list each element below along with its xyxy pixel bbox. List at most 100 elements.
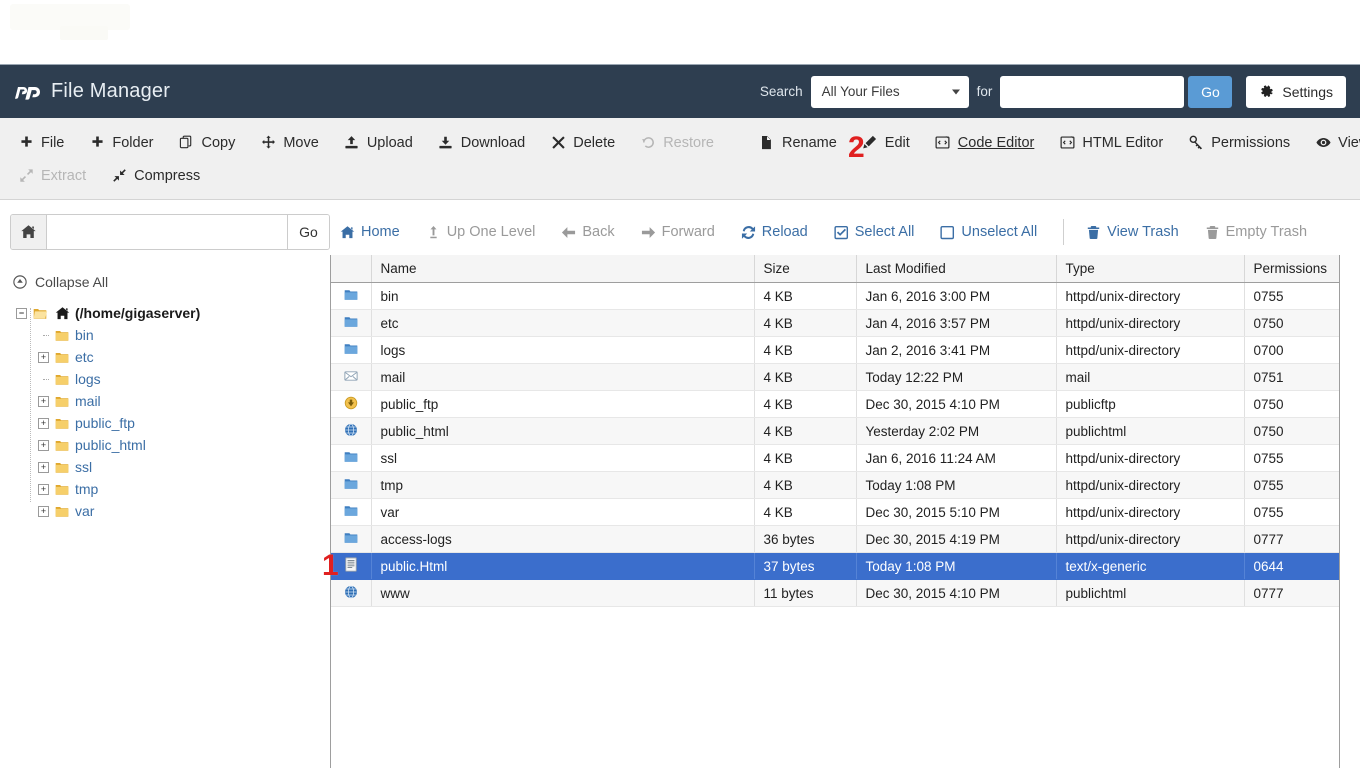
- cpanel-logo-icon: [15, 79, 41, 105]
- path-bar: Go: [10, 214, 330, 250]
- table-row[interactable]: bin 4 KB Jan 6, 2016 3:00 PM httpd/unix-dir…: [331, 282, 1339, 310]
- file-name-cell[interactable]: www: [371, 579, 755, 607]
- table-row[interactable]: mail 4 KB Today 12:22 PM mail 0751: [331, 363, 1339, 391]
- search-go-button[interactable]: Go: [1188, 75, 1233, 108]
- toolbar-copy-button[interactable]: Copy: [178, 135, 249, 151]
- toolbar-item-label: View: [1338, 134, 1360, 151]
- toolbar-item-label: Download: [460, 134, 526, 151]
- table-row[interactable]: ssl 4 KB Jan 6, 2016 11:24 AM httpd/unix-di…: [331, 444, 1339, 472]
- table-row[interactable]: public.Html 37 bytes Today 1:08 PM text/x-g…: [331, 552, 1339, 580]
- path-input[interactable]: [47, 215, 287, 249]
- file-table-scroll[interactable]: Name Size Last Modified Type Permissions…: [331, 255, 1339, 768]
- plus-icon: [18, 135, 34, 151]
- column-header-last-modified[interactable]: Last Modified: [856, 255, 1057, 283]
- compress-icon: [111, 168, 127, 184]
- tree-item-logs[interactable]: logs: [12, 368, 330, 390]
- folder-icon: [343, 505, 359, 521]
- toolbar-folder-button[interactable]: Folder: [89, 135, 167, 151]
- file-name-cell[interactable]: public_html: [371, 417, 755, 445]
- file-permissions-cell: 0755: [1244, 471, 1339, 499]
- file-name-cell[interactable]: bin: [371, 282, 755, 310]
- tree-item-public_html[interactable]: + public_html: [12, 434, 330, 456]
- tree-item-mail[interactable]: + mail: [12, 390, 330, 412]
- table-row[interactable]: public_html 4 KB Yesterday 2:02 PM publicht…: [331, 417, 1339, 445]
- file-name-cell[interactable]: etc: [371, 309, 755, 337]
- file-icon-cell: [331, 444, 372, 472]
- toolbar-upload-button[interactable]: Upload: [344, 135, 427, 151]
- chevron-down-icon: [951, 89, 960, 94]
- toolbar-delete-button[interactable]: Delete: [550, 135, 629, 151]
- file-modified-cell: Jan 6, 2016 3:00 PM: [856, 282, 1057, 310]
- tree-item-var[interactable]: + var: [12, 500, 330, 522]
- toolbar-code-editor-button[interactable]: Code Editor: [935, 135, 1049, 151]
- collapse-all-button[interactable]: Collapse All: [12, 274, 330, 290]
- toolbar-edit-button[interactable]: Edit: [862, 135, 924, 151]
- tree-collapse-toggle[interactable]: −: [16, 307, 27, 319]
- table-row[interactable]: access-logs 36 bytes Dec 30, 2015 4:19 PM h…: [331, 525, 1339, 553]
- app-header: File Manager Search All Your Files for G…: [0, 64, 1360, 118]
- nav-home-button[interactable]: Home: [340, 224, 400, 240]
- toolbar-file-button[interactable]: File: [18, 135, 78, 151]
- tree-expand-toggle[interactable]: +: [38, 351, 49, 363]
- tree-item-public_ftp[interactable]: + public_ftp: [12, 412, 330, 434]
- annotation-marker-1: 1: [322, 549, 339, 582]
- tree-item-tmp[interactable]: + tmp: [12, 478, 330, 500]
- tree-expand-toggle[interactable]: +: [38, 439, 49, 451]
- file-type-cell: text/x-generic: [1056, 552, 1245, 580]
- table-row[interactable]: var 4 KB Dec 30, 2015 5:10 PM httpd/unix-di…: [331, 498, 1339, 526]
- tree-item-homegigaserver[interactable]: − (/home/gigaserver): [12, 302, 330, 324]
- toolbar-view-button[interactable]: View: [1315, 135, 1360, 151]
- file-permissions-cell: 0777: [1244, 579, 1339, 607]
- table-row[interactable]: logs 4 KB Jan 2, 2016 3:41 PM httpd/unix-di…: [331, 336, 1339, 364]
- column-header-size[interactable]: Size: [754, 255, 857, 283]
- table-row[interactable]: tmp 4 KB Today 1:08 PM httpd/unix-directory…: [331, 471, 1339, 499]
- tree-expand-toggle[interactable]: +: [38, 395, 49, 407]
- upload-icon: [344, 135, 360, 151]
- search-scope-select[interactable]: All Your Files: [810, 75, 969, 108]
- table-row[interactable]: www 11 bytes Dec 30, 2015 4:10 PM publichtm…: [331, 579, 1339, 607]
- table-row[interactable]: public_ftp 4 KB Dec 30, 2015 4:10 PM public…: [331, 390, 1339, 418]
- file-name-cell[interactable]: logs: [371, 336, 755, 364]
- column-header-icon[interactable]: [331, 255, 372, 283]
- tree-item-label: var: [75, 503, 95, 519]
- file-type-cell: httpd/unix-directory: [1056, 282, 1245, 310]
- nav-unselect-all-button[interactable]: Unselect All: [940, 224, 1037, 240]
- file-name-cell[interactable]: access-logs: [371, 525, 755, 553]
- path-go-button[interactable]: Go: [287, 215, 329, 249]
- tree-item-bin[interactable]: bin: [12, 324, 330, 346]
- column-header-type[interactable]: Type: [1056, 255, 1245, 283]
- toolbar-rename-button[interactable]: Rename: [759, 135, 851, 151]
- tree-expand-toggle[interactable]: +: [38, 417, 49, 429]
- tree-expand-toggle[interactable]: +: [38, 461, 49, 473]
- column-header-name[interactable]: Name: [371, 255, 755, 283]
- column-header-permissions[interactable]: Permissions: [1244, 255, 1339, 283]
- nav-select-all-button[interactable]: Select All: [834, 224, 914, 240]
- file-name-cell[interactable]: public.Html: [371, 552, 755, 580]
- search-input[interactable]: [1000, 75, 1185, 108]
- toolbar-download-button[interactable]: Download: [438, 135, 540, 151]
- tree-expand-toggle[interactable]: +: [38, 483, 49, 495]
- file-name-cell[interactable]: var: [371, 498, 755, 526]
- settings-label: Settings: [1282, 83, 1333, 100]
- tree-item-etc[interactable]: + etc: [12, 346, 330, 368]
- file-icon-cell: [331, 579, 372, 607]
- file-name-cell[interactable]: ssl: [371, 444, 755, 472]
- folder-icon: [54, 438, 70, 452]
- toolbar-html-editor-button[interactable]: HTML Editor: [1059, 135, 1177, 151]
- file-name-cell[interactable]: mail: [371, 363, 755, 391]
- nav-view-trash-button[interactable]: View Trash: [1086, 224, 1179, 240]
- settings-button[interactable]: Settings: [1246, 75, 1346, 108]
- toolbar-compress-button[interactable]: Compress: [111, 168, 214, 184]
- toolbar-permissions-button[interactable]: Permissions: [1188, 135, 1304, 151]
- table-row[interactable]: etc 4 KB Jan 4, 2016 3:57 PM httpd/unix-dir…: [331, 309, 1339, 337]
- file-type-cell: httpd/unix-directory: [1056, 336, 1245, 364]
- app-title: File Manager: [51, 80, 171, 102]
- file-name-cell[interactable]: public_ftp: [371, 390, 755, 418]
- toolbar-move-button[interactable]: Move: [260, 135, 332, 151]
- nav-reload-button[interactable]: Reload: [741, 224, 808, 240]
- tree-item-ssl[interactable]: + ssl: [12, 456, 330, 478]
- file-name-cell[interactable]: tmp: [371, 471, 755, 499]
- home-icon[interactable]: [11, 215, 47, 249]
- tree-expand-toggle[interactable]: +: [38, 505, 49, 517]
- file-type-cell: publichtml: [1056, 579, 1245, 607]
